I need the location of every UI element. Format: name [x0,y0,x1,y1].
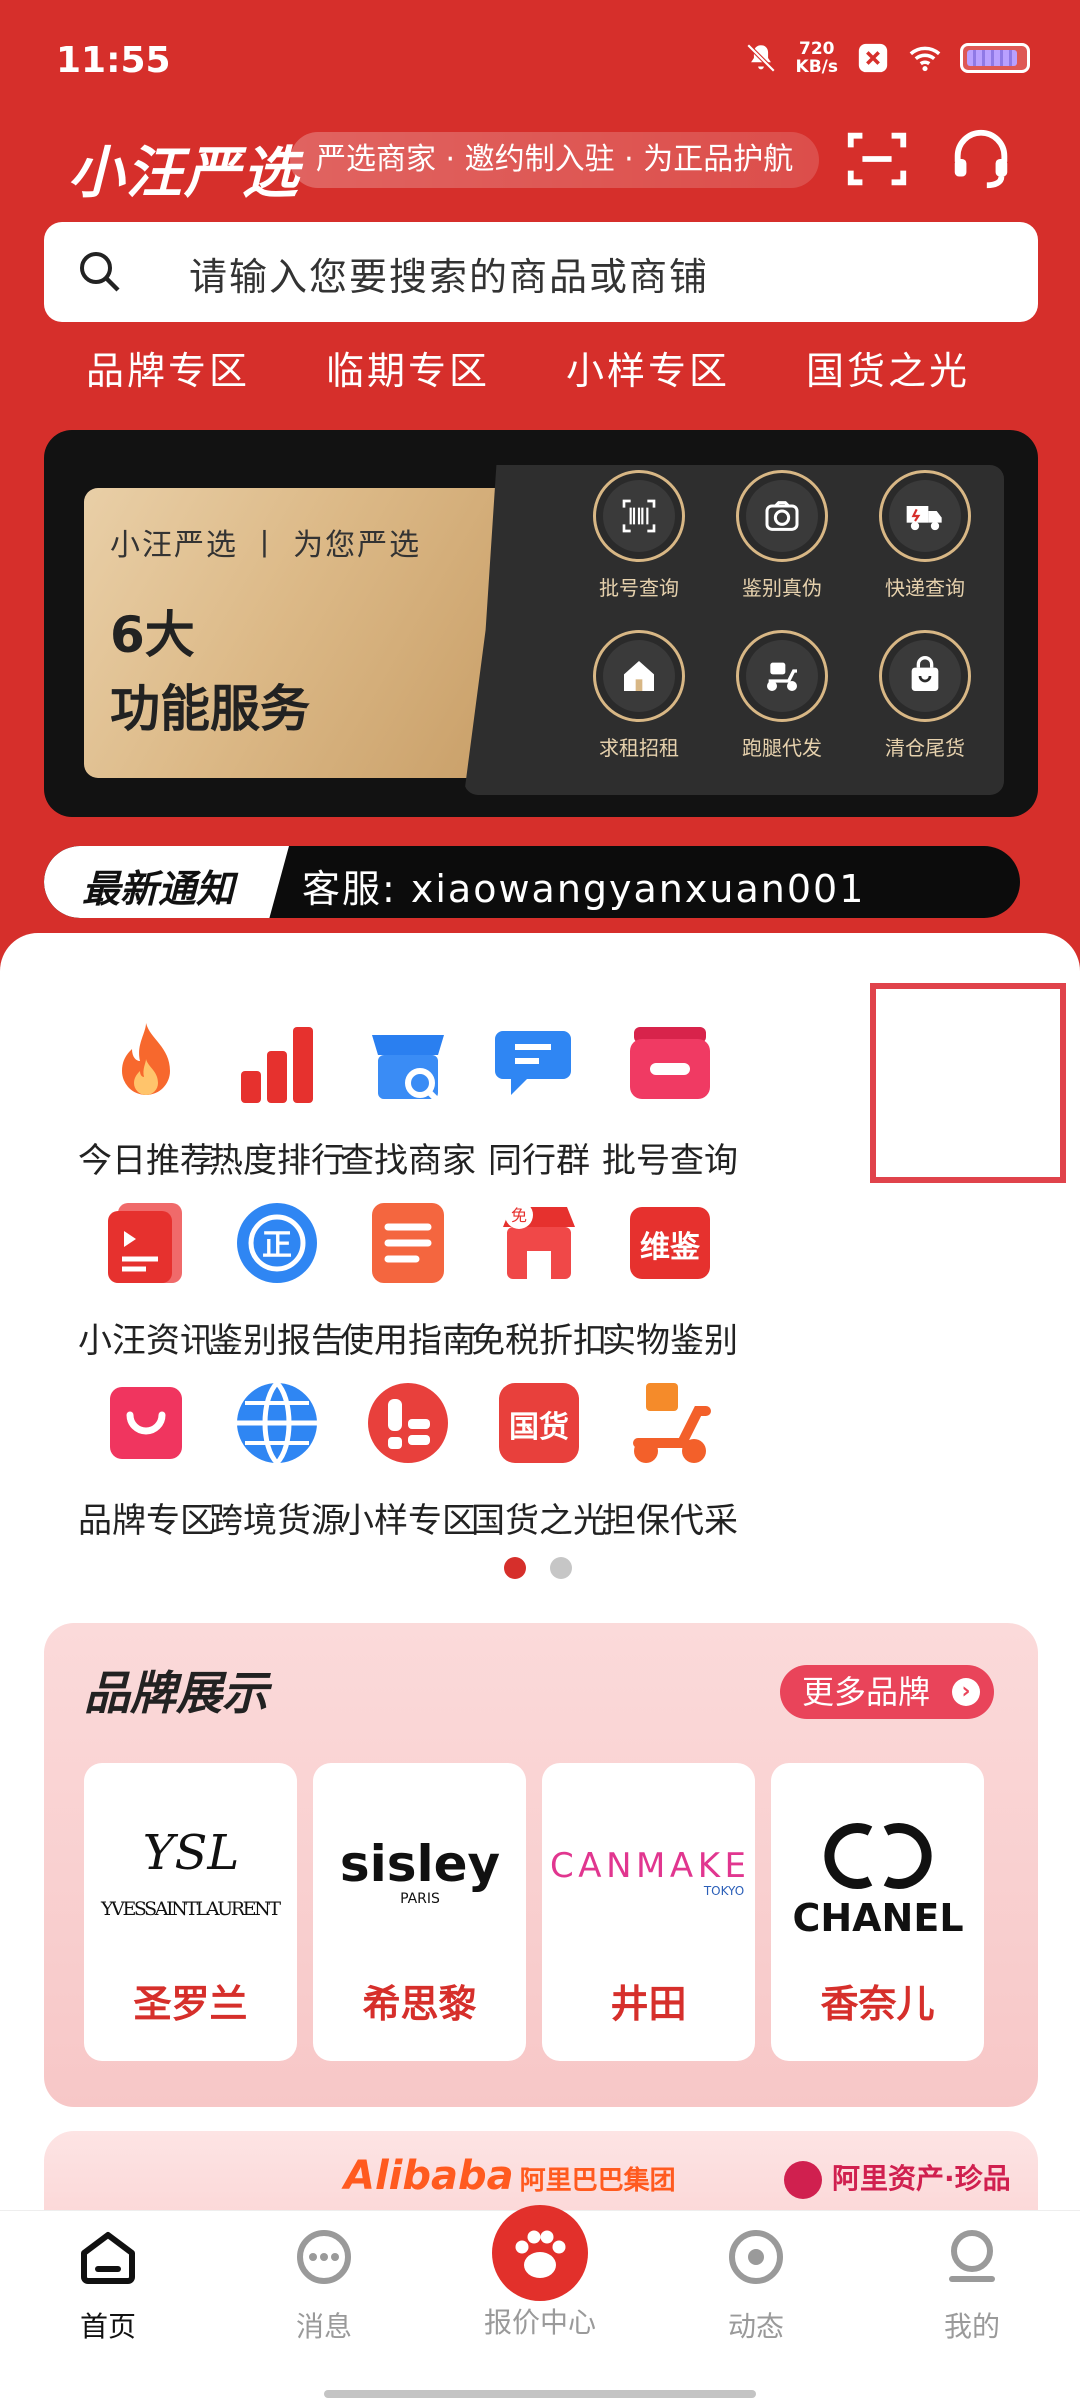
notice-message: 客服: xiaowangyanxuan001 [302,867,866,911]
mute-icon [746,43,775,73]
svg-text:维鉴: 维鉴 [640,1230,701,1265]
brand-showcase: 品牌展示 更多品牌 › YSL YVESSAINTLAURENT 圣罗兰 sis… [44,1623,1038,2107]
svg-text:PARIS: PARIS [400,1891,440,1907]
notice-tag: 最新通知 [44,846,289,918]
app-logo: 小汪严选 [68,141,300,206]
title-row: 小汪严选 严选商家 · 邀约制入驻 · 为正品护航 [0,120,1080,206]
service-errand[interactable]: 跑腿代发 [712,630,852,761]
quick-tab-brand[interactable]: 品牌专区 [48,340,288,400]
quote-center-paw-button[interactable] [492,2205,588,2301]
quick-tab-national[interactable]: 国货之光 [768,340,1008,400]
barcode-icon [622,499,656,533]
notification-x-icon [858,43,888,73]
more-brands-button[interactable]: 更多品牌 › [779,1665,994,1719]
service-authenticate[interactable]: 鉴别真伪 [712,470,852,601]
paw-icon [515,2230,566,2278]
grid-item-batch-query[interactable]: 批号查询 [570,1015,770,1182]
truck-icon [906,506,942,531]
service-express-query[interactable]: 快递查询 [855,470,995,601]
chevron-right-icon: › [952,1678,980,1706]
svg-text:YVESSAINTLAURENT: YVESSAINTLAURENT [100,1898,281,1920]
search-input[interactable]: 请输入您要搜索的商品或商铺 [44,222,1038,322]
search-placeholder: 请输入您要搜索的商品或商铺 [189,255,710,299]
zichan-badge-icon [784,2161,822,2199]
svg-text:正: 正 [262,1228,292,1263]
svg-text:CHANEL: CHANEL [792,1896,963,1940]
banner-title: 6大 功能服务 [110,606,310,738]
ysl-logo: YSL YVESSAINTLAURENT [84,1791,297,1951]
authenticate-icon: 维鉴 [630,1207,710,1279]
alibaba-logo: Alibaba 阿里巴巴集团 [344,2153,676,2199]
status-bar: 11:55 720 KB/s [0,0,1080,120]
service-batch-query[interactable]: 批号查询 [569,470,709,601]
service-banner[interactable]: 小汪严选 丨 为您严选 6大 功能服务 批号查询 鉴别真伪 快递查询 求租招租 … [44,430,1038,817]
grid-item-guarantee-purchase[interactable]: 担保代采 [570,1375,770,1542]
network-speed: 720 KB/s [795,39,838,77]
notice-bar[interactable]: 最新通知 客服: xiaowangyanxuan001 [44,846,1020,918]
page-indicator [504,1557,572,1579]
svg-text:国货: 国货 [509,1410,569,1445]
message-icon [297,2230,351,2284]
quick-tabs: 品牌专区 临期专区 小样专区 国货之光 [0,340,1080,400]
home-icon [81,2232,135,2284]
quick-tab-near-expiry[interactable]: 临期专区 [288,340,528,400]
battery-icon [960,43,1030,73]
status-icons: 720 KB/s [744,40,1030,76]
camera-icon [765,501,799,531]
page-dot-2[interactable] [550,1557,572,1579]
svg-text:YSL: YSL [142,1825,238,1881]
brand-showcase-title: 品牌展示 [84,1666,268,1720]
nav-profile[interactable]: 我的 [892,2225,1052,2345]
nav-messages[interactable]: 消息 [244,2225,404,2345]
house-icon [624,661,654,691]
slogan: 严选商家 · 邀约制入驻 · 为正品护航 [290,132,820,188]
customer-service-icon[interactable] [946,124,1016,194]
svg-text:sisley: sisley [339,1835,499,1893]
brand-card-canmake[interactable]: CANMAKE TOKYO 井田 [542,1763,755,2061]
brand-name: 希思黎 [362,1982,477,2026]
highlight-batch-query [870,983,1066,1183]
canmake-logo: CANMAKE TOKYO [542,1791,755,1951]
nav-home[interactable]: 首页 [28,2225,188,2345]
search-icon [80,252,120,292]
banner-gold-card: 小汪严选 丨 为您严选 6大 功能服务 [84,488,514,778]
scooter-icon [633,1383,711,1463]
scooter-icon [767,662,797,691]
chanel-logo: CHANEL [771,1791,984,1951]
zichan-logo: 阿里资产·珍品 [784,2157,1011,2199]
feed-icon [729,2230,783,2284]
service-rent[interactable]: 求租招租 [569,630,709,761]
svg-text:免: 免 [511,1206,527,1225]
brand-name: 圣罗兰 [133,1982,248,2026]
home-indicator [324,2390,756,2398]
sisley-logo: sisley PARIS [313,1791,526,1951]
svg-text:CANMAKE: CANMAKE [550,1846,746,1886]
svg-text:TOKYO: TOKYO [703,1884,744,1898]
status-time: 11:55 [56,40,171,81]
banner-subtitle: 小汪严选 丨 为您严选 [110,528,422,563]
bag-icon [911,656,939,691]
brand-name: 井田 [610,1982,687,2026]
brand-card-ysl[interactable]: YSL YVESSAINTLAURENT 圣罗兰 [84,1763,297,2061]
scan-icon[interactable] [842,124,912,194]
grid-item-physical-authenticate[interactable]: 维鉴 实物鉴别 [570,1195,770,1362]
nav-feed[interactable]: 动态 [676,2225,836,2345]
quick-tab-sample[interactable]: 小样专区 [528,340,768,400]
service-clearance[interactable]: 清仓尾货 [855,630,995,761]
content-sheet: 今日推荐 热度排行 查找商家 同行群 批号查询 小汪资讯 正 鉴别报告 使用指南… [0,933,1080,2233]
profile-icon [949,2230,995,2282]
brand-card-chanel[interactable]: CHANEL 香奈儿 [771,1763,984,2061]
wifi-icon [909,46,941,72]
page-dot-1[interactable] [504,1557,526,1579]
brand-card-sisley[interactable]: sisley PARIS 希思黎 [313,1763,526,2061]
bottom-nav: 首页 消息 报价中心 动态 我的 [0,2205,1080,2408]
batch-query-icon [630,1027,710,1099]
brand-name: 香奈儿 [820,1982,935,2026]
